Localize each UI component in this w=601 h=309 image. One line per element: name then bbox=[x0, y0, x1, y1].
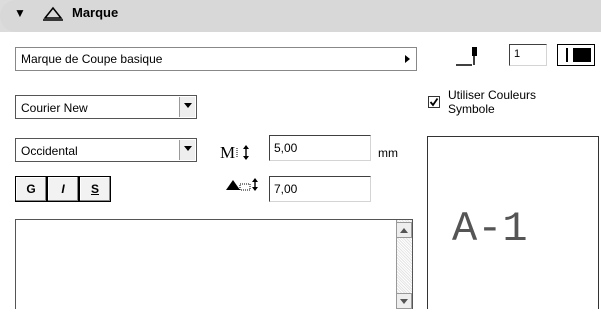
underline-button[interactable]: S bbox=[79, 176, 111, 202]
pen-number-value: 1 bbox=[514, 48, 521, 60]
pen-color-fill bbox=[573, 48, 591, 62]
marker-type-value: Marque de Coupe basique bbox=[21, 52, 163, 66]
font-name-value: Courier New bbox=[21, 101, 88, 115]
chevron-down-icon[interactable] bbox=[179, 140, 195, 160]
pen-number-field[interactable]: 1 bbox=[509, 44, 547, 66]
preview-label: A-1 bbox=[452, 205, 528, 253]
text-size-field[interactable]: 5,00 bbox=[269, 135, 371, 161]
marker-size-icon bbox=[226, 178, 258, 191]
svg-text:M: M bbox=[220, 143, 235, 162]
use-symbol-colors-checkbox[interactable] bbox=[428, 96, 440, 108]
marker-icon bbox=[43, 6, 63, 21]
pen-color-divider bbox=[566, 48, 568, 62]
scroll-up-arrow bbox=[400, 228, 408, 233]
chevron-down-icon[interactable] bbox=[179, 97, 195, 117]
checkmark-icon bbox=[429, 97, 439, 107]
marker-text-area[interactable] bbox=[15, 219, 413, 309]
bold-button[interactable]: G bbox=[15, 176, 47, 202]
marker-type-popup[interactable]: Marque de Coupe basique bbox=[15, 47, 417, 71]
panel-header[interactable]: ▼ Marque bbox=[0, 0, 601, 32]
use-symbol-colors-label-line2: Symbole bbox=[448, 102, 495, 116]
marker-preview: A-1 bbox=[427, 136, 599, 309]
underline-button-label: S bbox=[90, 182, 99, 196]
italic-button-label: I bbox=[61, 182, 65, 196]
scroll-up-icon[interactable] bbox=[396, 222, 412, 238]
script-value: Occidental bbox=[21, 144, 78, 158]
font-dropdown[interactable]: Courier New bbox=[15, 95, 197, 119]
use-symbol-colors-label-line1: Utiliser Couleurs bbox=[448, 88, 537, 102]
pen-color-swatch[interactable] bbox=[557, 44, 595, 66]
pen-icon bbox=[456, 47, 477, 66]
text-size-unit: mm bbox=[378, 146, 398, 160]
popup-arrow-icon bbox=[405, 55, 410, 63]
text-size-value: 5,00 bbox=[274, 141, 298, 155]
marker-size-value: 7,00 bbox=[274, 182, 298, 196]
bold-button-label: G bbox=[26, 182, 36, 196]
panel-title: Marque bbox=[72, 5, 119, 20]
scroll-down-arrow bbox=[400, 299, 408, 304]
script-dropdown[interactable]: Occidental bbox=[15, 138, 197, 162]
scroll-down-icon[interactable] bbox=[396, 293, 412, 309]
marker-size-field[interactable]: 7,00 bbox=[269, 176, 371, 202]
text-height-icon: M bbox=[220, 143, 249, 162]
collapse-triangle-icon[interactable]: ▼ bbox=[14, 6, 26, 20]
italic-button[interactable]: I bbox=[47, 176, 79, 202]
